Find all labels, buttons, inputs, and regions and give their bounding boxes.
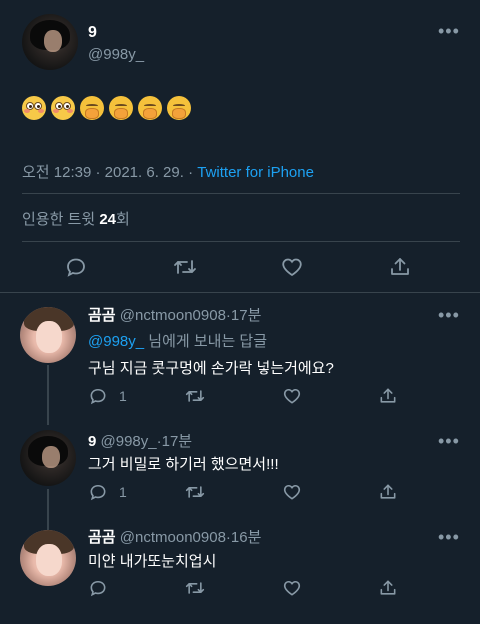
quote-tweets-stat[interactable]: 인용한 트윗 24회 <box>22 208 130 229</box>
reply-handle[interactable]: @nctmoon0908 <box>120 529 226 546</box>
more-icon[interactable]: ••• <box>438 22 460 40</box>
more-icon[interactable]: ••• <box>438 306 460 324</box>
meta-separator: · <box>95 164 101 181</box>
share-icon[interactable] <box>388 255 412 279</box>
reply-text: 미얀 내가또눈치업시 <box>88 553 217 570</box>
hand-over-mouth-emoji <box>80 96 104 120</box>
thread-line <box>47 365 49 425</box>
share-icon[interactable] <box>378 386 398 406</box>
flushed-face-emoji <box>22 96 46 120</box>
reply-count: 1 <box>119 388 127 404</box>
author-display-name[interactable]: 9 <box>88 24 97 42</box>
quote-tweets-label: 인용한 트윗 <box>22 211 96 228</box>
reply-time[interactable]: 16분 <box>231 529 262 546</box>
divider <box>22 193 460 194</box>
divider <box>22 241 460 242</box>
quote-tweets-count: 24 <box>99 211 117 228</box>
reply-avatar[interactable] <box>20 530 76 586</box>
flushed-face-emoji <box>51 96 75 120</box>
retweet-icon[interactable] <box>184 578 206 598</box>
more-icon[interactable]: ••• <box>438 528 460 546</box>
hand-over-mouth-emoji <box>167 96 191 120</box>
thread-line <box>47 489 49 533</box>
reply-handle[interactable]: @998y_ <box>101 433 157 450</box>
reply-display-name[interactable]: 9 <box>88 433 96 450</box>
reply-avatar[interactable] <box>20 307 76 363</box>
reply-text: 구님 지금 콧구멍에 손가락 넣는거에요? <box>88 360 334 377</box>
share-icon[interactable] <box>378 482 398 502</box>
retweet-icon[interactable] <box>184 386 206 406</box>
tweet-meta: 오전 12:39 · 2021. 6. 29. · Twitter for iP… <box>22 161 314 182</box>
retweet-icon[interactable] <box>184 482 206 502</box>
tweet-date[interactable]: 2021. 6. 29. <box>105 164 184 181</box>
like-icon[interactable] <box>282 482 302 502</box>
reply-icon[interactable] <box>64 255 88 279</box>
reply-header: 곰곰 @nctmoon0908·16분 <box>88 526 261 547</box>
author-avatar[interactable] <box>22 14 78 70</box>
reply-display-name[interactable]: 곰곰 <box>88 529 116 546</box>
like-icon[interactable] <box>282 578 302 598</box>
share-icon[interactable] <box>378 578 398 598</box>
meta-separator: · <box>188 164 194 181</box>
tweet-source-link[interactable]: Twitter for iPhone <box>197 164 314 181</box>
reply-display-name[interactable]: 곰곰 <box>88 307 116 324</box>
tweet-text-emojis <box>22 96 191 120</box>
reply-icon[interactable] <box>88 482 108 502</box>
tweet-time[interactable]: 오전 12:39 <box>22 164 91 181</box>
reply-count: 1 <box>119 484 127 500</box>
divider <box>0 292 480 293</box>
replying-to-text: 님에게 보내는 답글 <box>148 333 268 350</box>
replying-to: @998y_ 님에게 보내는 답글 <box>88 330 267 351</box>
reply-handle[interactable]: @nctmoon0908 <box>120 307 226 324</box>
hand-over-mouth-emoji <box>138 96 162 120</box>
reply-header: 9 @998y_·17분 <box>88 430 192 451</box>
retweet-icon[interactable] <box>172 255 198 279</box>
reply-header: 곰곰 @nctmoon0908·17분 <box>88 304 261 325</box>
reply-icon[interactable] <box>88 578 108 598</box>
reply-time[interactable]: 17분 <box>231 307 262 324</box>
reply-avatar[interactable] <box>20 430 76 486</box>
reply-time[interactable]: 17분 <box>162 433 193 450</box>
more-icon[interactable]: ••• <box>438 432 460 450</box>
replying-to-handle[interactable]: @998y_ <box>88 333 144 350</box>
like-icon[interactable] <box>282 386 302 406</box>
like-icon[interactable] <box>280 255 304 279</box>
author-handle[interactable]: @998y_ <box>88 46 144 63</box>
reply-text: 그거 비밀로 하기러 했으면서!!! <box>88 456 279 473</box>
hand-over-mouth-emoji <box>109 96 133 120</box>
quote-tweets-suffix: 회 <box>116 211 130 228</box>
reply-icon[interactable] <box>88 386 108 406</box>
